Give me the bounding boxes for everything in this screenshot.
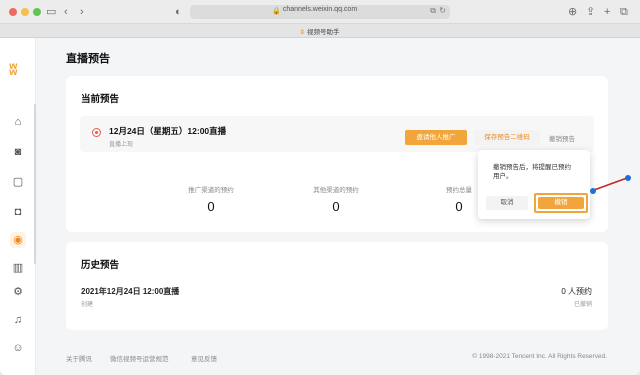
- camera-icon[interactable]: ◙: [10, 144, 26, 160]
- invite-promote-button[interactable]: 邀请他人推广: [405, 130, 467, 145]
- sidebar-scrollbar[interactable]: [34, 104, 36, 264]
- live-icon[interactable]: ◉: [10, 232, 26, 248]
- tab-bar: ʬ 视频号助手: [0, 24, 640, 38]
- sidebar: ʬ ⌂ ◙ ▢ ◘ ◉ ▥ ⚙ ♫ ☺: [0, 38, 36, 375]
- revoke-confirm-popover: 撤销预告后，将提醒已预约用户。 取消 撤销: [478, 150, 590, 219]
- message-icon[interactable]: ▢: [10, 174, 26, 190]
- stat-value: 0: [207, 199, 215, 214]
- bell-icon[interactable]: ♫: [10, 312, 26, 328]
- browser-toolbar: ▭ ‹ › ◐ 🔒 channels.weixin.qq.com ⧉ ↻ ⊕ ⇪…: [0, 0, 640, 24]
- tab-title-text: 视频号助手: [306, 29, 340, 36]
- new-tab-icon[interactable]: +: [604, 5, 610, 19]
- sidebar-icon[interactable]: ▭: [46, 5, 56, 19]
- page-title: 直播预告: [66, 53, 110, 65]
- url-text: channels.weixin.qq.com: [282, 6, 358, 13]
- home-icon[interactable]: ⌂: [10, 114, 26, 130]
- channels-logo-icon: ʬ: [300, 29, 304, 36]
- footer-link-about[interactable]: 关于腾讯: [66, 353, 92, 363]
- history-item-title: 2021年12月24日 12:00直播: [81, 287, 180, 296]
- confirm-highlight-box: 撤销: [534, 193, 588, 213]
- address-bar[interactable]: 🔒 channels.weixin.qq.com ⧉ ↻: [190, 5, 450, 19]
- live-status-dot-icon: [92, 128, 101, 137]
- popover-message: 撤销预告后，将提醒已预约用户。: [493, 164, 571, 180]
- stat-label: 其他渠道的预约: [313, 187, 359, 194]
- forward-icon[interactable]: ›: [80, 5, 84, 19]
- stat-value: 0: [332, 199, 340, 214]
- avatar-icon[interactable]: ☺: [10, 340, 26, 356]
- shield-icon[interactable]: ◐: [175, 5, 182, 19]
- history-card: 历史预告 2021年12月24日 12:00直播 创建 0 人预约 已撤销: [66, 242, 608, 330]
- footer-copyright: © 1998-2021 Tencent Inc. All Rights Rese…: [472, 353, 607, 360]
- revoke-preview-button[interactable]: 撤销预告: [549, 133, 575, 143]
- confirm-revoke-button[interactable]: 撤销: [538, 197, 584, 209]
- close-window-button[interactable]: [9, 8, 17, 16]
- browser-window: ▭ ‹ › ◐ 🔒 channels.weixin.qq.com ⧉ ↻ ⊕ ⇪…: [0, 0, 640, 375]
- history-item-count: 0 人预约: [561, 287, 592, 296]
- stat-label: 推广渠道的预约: [188, 187, 234, 194]
- current-section-title: 当前预告: [81, 94, 120, 105]
- history-section-title: 历史预告: [81, 260, 120, 271]
- share-icon[interactable]: ⇪: [586, 5, 595, 19]
- history-item-status: 已撤销: [573, 302, 592, 308]
- cancel-button[interactable]: 取消: [486, 196, 528, 210]
- channels-logo-icon[interactable]: ʬ: [9, 62, 18, 80]
- active-tab[interactable]: ʬ 视频号助手: [0, 26, 640, 36]
- footer-link-feedback[interactable]: 意见反馈: [191, 353, 217, 363]
- tabs-icon[interactable]: ⧉: [620, 5, 628, 19]
- back-icon[interactable]: ‹: [64, 5, 68, 19]
- annotation-arrow: [590, 175, 631, 194]
- download-icon[interactable]: ⊕: [568, 5, 577, 19]
- footer-link-rules[interactable]: 微信视频号运营规范: [110, 353, 169, 363]
- live-preview-status: 直播上现: [109, 142, 134, 148]
- bag-icon[interactable]: ◘: [10, 204, 26, 220]
- live-preview-title: 12月24日（星期五）12:00直播: [109, 126, 227, 136]
- history-item-sub: 创建: [81, 302, 94, 308]
- annotation-dot-end: [625, 175, 631, 181]
- zoom-window-button[interactable]: [33, 8, 41, 16]
- settings-icon[interactable]: ⚙: [10, 284, 26, 300]
- reload-icon[interactable]: ↻: [439, 6, 446, 15]
- annotation-arrow-line: [593, 177, 628, 191]
- translate-icon[interactable]: ⧉: [430, 6, 436, 16]
- save-qrcode-button[interactable]: 保存预告二维码: [474, 130, 540, 145]
- minimize-window-button[interactable]: [21, 8, 29, 16]
- annotation-dot-start: [590, 188, 596, 194]
- chart-icon[interactable]: ▥: [10, 260, 26, 276]
